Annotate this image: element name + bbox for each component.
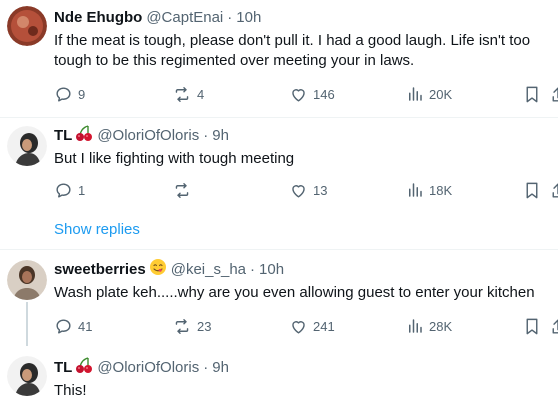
- share-icon: [552, 318, 558, 334]
- cherries-emoji: [75, 124, 93, 148]
- like-icon: [292, 184, 305, 198]
- timestamp[interactable]: 9h: [212, 358, 229, 378]
- views-button[interactable]: 20K: [406, 84, 452, 104]
- tweet-header: sweetberries @kei_s_ha · 10h: [54, 258, 284, 282]
- display-name[interactable]: Nde Ehugbo: [54, 8, 142, 28]
- reply-count: 1: [78, 182, 86, 198]
- share-button[interactable]: [551, 316, 558, 336]
- reply-button[interactable]: 41: [54, 316, 92, 336]
- separator-dot: ·: [250, 261, 256, 278]
- user-handle[interactable]: @kei_s_ha: [171, 260, 246, 280]
- views-count: 20K: [429, 86, 453, 102]
- bookmark-button[interactable]: [524, 84, 540, 104]
- like-button[interactable]: 146: [289, 84, 335, 104]
- separator-dot: ·: [227, 9, 233, 26]
- display-name[interactable]: TL: [54, 358, 72, 378]
- tweet-text: But I like fighting with tough meeting: [54, 150, 295, 167]
- views-button[interactable]: 28K: [406, 316, 452, 336]
- like-count: 13: [313, 182, 328, 198]
- tweet[interactable]: TL @OloriOfOloris · 9h This!: [0, 346, 558, 403]
- like-count: 241: [313, 318, 335, 334]
- tweet-header: Nde Ehugbo @CaptEnai · 10h: [54, 8, 261, 28]
- tweet-text: If the meat is tough, please don't pull …: [54, 32, 531, 69]
- share-icon: [552, 182, 558, 198]
- tweet-text: Wash plate keh.....why are you even allo…: [54, 284, 535, 301]
- views-icon: [409, 319, 422, 333]
- like-icon: [292, 320, 305, 334]
- repost-count: 4: [197, 86, 205, 102]
- repost-icon: [175, 318, 189, 334]
- reply-icon: [56, 318, 71, 334]
- cherries-emoji: [75, 356, 93, 380]
- separator-dot: ·: [203, 359, 209, 376]
- bookmark-icon: [526, 318, 538, 334]
- user-handle[interactable]: @CaptEnai: [146, 8, 223, 28]
- reply-icon: [56, 182, 71, 198]
- views-icon: [409, 87, 422, 101]
- show-replies-link[interactable]: Show replies: [54, 220, 140, 240]
- action-bar: 1 13 18K: [0, 180, 558, 200]
- views-icon: [409, 183, 422, 197]
- user-handle[interactable]: @OloriOfOloris: [97, 126, 199, 146]
- tweet-header: TL @OloriOfOloris · 9h: [54, 124, 229, 148]
- bookmark-button[interactable]: [524, 180, 540, 200]
- action-bar: 41 23 241 28K: [0, 316, 558, 336]
- reply-button[interactable]: 9: [54, 84, 85, 104]
- display-name[interactable]: TL: [54, 126, 72, 146]
- bookmark-icon: [526, 182, 538, 198]
- views-count: 28K: [429, 318, 453, 334]
- views-count: 18K: [429, 182, 453, 198]
- repost-button[interactable]: 4: [172, 84, 204, 104]
- like-button[interactable]: 241: [289, 316, 335, 336]
- avatar[interactable]: [7, 356, 47, 396]
- avatar[interactable]: [7, 126, 47, 166]
- display-name[interactable]: sweetberries: [54, 260, 146, 280]
- timestamp[interactable]: 10h: [236, 8, 261, 28]
- like-button[interactable]: 13: [289, 180, 327, 200]
- repost-icon: [175, 86, 189, 102]
- timestamp[interactable]: 9h: [212, 126, 229, 146]
- avatar[interactable]: [7, 260, 47, 300]
- reply-icon: [56, 86, 71, 102]
- action-bar: 9 4 146 20K: [0, 84, 558, 104]
- repost-button[interactable]: [172, 180, 192, 200]
- repost-count: 23: [197, 318, 212, 334]
- tweet[interactable]: Nde Ehugbo @CaptEnai · 10h If the meat i…: [0, 0, 558, 118]
- repost-button[interactable]: 23: [172, 316, 211, 336]
- reply-count: 41: [78, 318, 93, 334]
- repost-icon: [175, 182, 189, 198]
- tweet[interactable]: sweetberries @kei_s_ha · 10h Wash plate …: [0, 250, 558, 346]
- share-button[interactable]: [551, 180, 558, 200]
- user-handle[interactable]: @OloriOfOloris: [97, 358, 199, 378]
- yum-face-emoji: [149, 258, 167, 282]
- timestamp[interactable]: 10h: [259, 260, 284, 280]
- reply-button[interactable]: 1: [54, 180, 85, 200]
- like-count: 146: [313, 86, 335, 102]
- like-icon: [292, 88, 305, 102]
- bookmark-icon: [526, 86, 538, 102]
- tweet-text: This!: [54, 382, 87, 399]
- views-button[interactable]: 18K: [406, 180, 452, 200]
- share-button[interactable]: [551, 84, 558, 104]
- reply-count: 9: [78, 86, 86, 102]
- avatar[interactable]: [7, 6, 47, 46]
- bookmark-button[interactable]: [524, 316, 540, 336]
- tweet[interactable]: TL @OloriOfOloris · 9h But I like fighti…: [0, 118, 558, 208]
- share-icon: [552, 86, 558, 102]
- separator-dot: ·: [203, 127, 209, 144]
- tweet-header: TL @OloriOfOloris · 9h: [54, 356, 229, 380]
